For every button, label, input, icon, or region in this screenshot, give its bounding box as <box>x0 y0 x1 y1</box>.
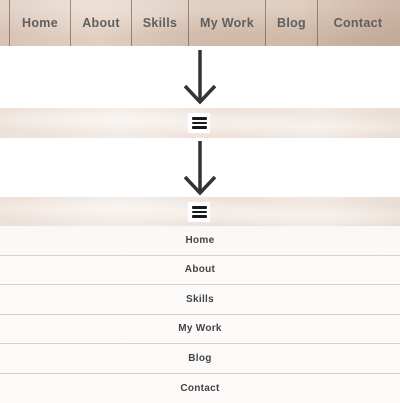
mobile-menu-dropdown: Home About Skills My Work Blog Contact <box>0 226 400 403</box>
nav-item-about[interactable]: About <box>71 0 132 46</box>
mobile-menu-item-contact[interactable]: Contact <box>0 374 400 403</box>
nav-item-blog[interactable]: Blog <box>266 0 318 46</box>
desktop-nav-bar: Home About Skills My Work Blog Contact <box>0 0 400 46</box>
mobile-menu-item-my-work[interactable]: My Work <box>0 315 400 344</box>
arrow-down-icon <box>183 50 217 106</box>
arrow-down-icon <box>183 141 217 197</box>
nav-item-my-work[interactable]: My Work <box>189 0 266 46</box>
mobile-menu-item-blog[interactable]: Blog <box>0 344 400 374</box>
mobile-menu-item-home[interactable]: Home <box>0 226 400 256</box>
nav-item-home[interactable]: Home <box>10 0 71 46</box>
nav-left-edge <box>0 0 10 46</box>
nav-item-contact[interactable]: Contact <box>318 0 398 46</box>
nav-item-skills[interactable]: Skills <box>132 0 189 46</box>
hamburger-menu-icon[interactable] <box>188 202 210 222</box>
mobile-menu-item-about[interactable]: About <box>0 256 400 285</box>
hamburger-menu-icon[interactable] <box>188 113 210 133</box>
mobile-menu-item-skills[interactable]: Skills <box>0 285 400 315</box>
